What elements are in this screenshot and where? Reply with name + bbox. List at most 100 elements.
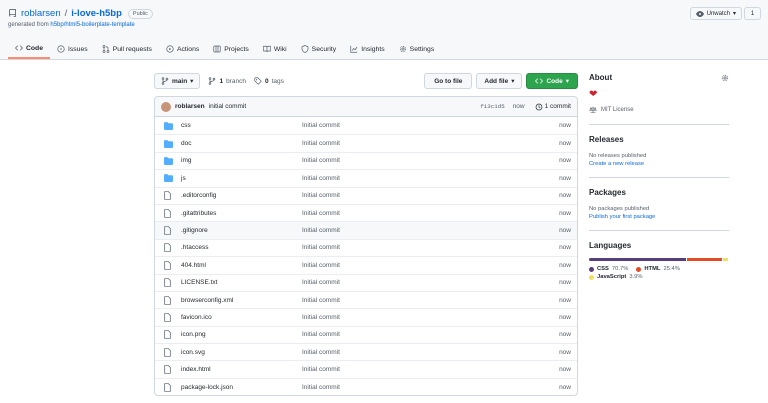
file-name-link[interactable]: icon.svg (178, 349, 302, 356)
file-row[interactable]: index.html Initial commit now (155, 360, 577, 377)
file-name-link[interactable]: 404.html (178, 262, 302, 269)
code-button[interactable]: Code ▾ (526, 73, 578, 89)
unwatch-button[interactable]: Unwatch ▾ (689, 7, 742, 20)
code-panel: main ▾ 1 branch 0 tags Go to file Add fi… (154, 73, 578, 397)
file-name-link[interactable]: .htaccess (178, 244, 302, 251)
file-row[interactable]: favicon.ico Initial commit now (155, 308, 577, 325)
file-commit-message[interactable]: Initial commit (302, 384, 559, 391)
file-row[interactable]: browserconfig.xml Initial commit now (155, 290, 577, 308)
file-name-link[interactable]: package-lock.json (178, 384, 302, 391)
file-row[interactable]: LICENSE.txt Initial commit now (155, 273, 577, 291)
file-row[interactable]: .gitignore Initial commit now (155, 221, 577, 239)
file-row[interactable]: js Initial commit now (155, 169, 577, 186)
tab-code[interactable]: Code (8, 39, 50, 59)
releases-section: Releases No releases published Create a … (589, 135, 729, 178)
commit-history-link[interactable]: 1 commit (535, 103, 571, 111)
file-commit-message[interactable]: Initial commit (302, 297, 559, 304)
graph-icon (350, 45, 358, 53)
file-name-link[interactable]: browserconfig.xml (178, 297, 302, 304)
file-commit-message[interactable]: Initial commit (302, 331, 559, 338)
file-name-link[interactable]: doc (178, 140, 302, 147)
file-name-link[interactable]: index.html (178, 366, 302, 373)
file-commit-message[interactable]: Initial commit (302, 192, 559, 199)
watch-count[interactable]: 1 (744, 7, 761, 20)
add-file-button[interactable]: Add file ▾ (476, 73, 523, 89)
heart-icon: ❤ (589, 89, 598, 100)
branches-link[interactable]: 1 branch (208, 77, 246, 85)
file-commit-message[interactable]: Initial commit (302, 175, 559, 182)
chevron-down-icon: ▾ (732, 11, 736, 17)
file-row[interactable]: icon.png Initial commit now (155, 325, 577, 343)
publish-package-link[interactable]: Publish your first package (589, 213, 729, 221)
tab-wiki[interactable]: Wiki (256, 39, 294, 59)
file-name-link[interactable]: LICENSE.txt (178, 279, 302, 286)
commit-author[interactable]: roblarsen (175, 103, 205, 110)
file-row[interactable]: 404.html Initial commit now (155, 256, 577, 273)
file-icon (164, 226, 178, 235)
file-commit-message[interactable]: Initial commit (302, 227, 559, 234)
tab-insights[interactable]: Insights (343, 39, 391, 59)
tab-projects[interactable]: Projects (206, 39, 256, 59)
tags-link[interactable]: 0 tags (254, 77, 284, 85)
unwatch-label: Unwatch (706, 10, 730, 17)
file-name-link[interactable]: icon.png (178, 331, 302, 338)
releases-title[interactable]: Releases (589, 135, 729, 144)
file-commit-time: now (559, 244, 571, 252)
file-commit-message[interactable]: Initial commit (302, 366, 559, 373)
file-name-link[interactable]: js (178, 175, 302, 182)
avatar[interactable] (161, 101, 171, 112)
packages-title[interactable]: Packages (589, 188, 729, 197)
file-name-link[interactable]: css (178, 122, 302, 129)
file-commit-message[interactable]: Initial commit (302, 262, 559, 269)
tab-label: Insights (361, 45, 385, 53)
file-commit-time: now (559, 140, 571, 148)
license-link[interactable]: MIT License (589, 106, 729, 114)
file-row[interactable]: icon.svg Initial commit now (155, 343, 577, 360)
create-release-link[interactable]: Create a new release (589, 160, 729, 168)
file-commit-message[interactable]: Initial commit (302, 140, 559, 147)
tab-actions[interactable]: Actions (159, 39, 206, 59)
file-name-link[interactable]: .editorconfig (178, 192, 302, 199)
go-to-file-button[interactable]: Go to file (424, 73, 473, 89)
file-row[interactable]: css Initial commit now (155, 117, 577, 134)
tab-security[interactable]: Security (294, 39, 344, 59)
branch-select-button[interactable]: main ▾ (154, 73, 201, 89)
file-commit-message[interactable]: Initial commit (302, 122, 559, 129)
tab-issues[interactable]: Issues (50, 39, 95, 59)
file-row[interactable]: package-lock.json Initial commit now (155, 377, 577, 395)
file-row[interactable]: .htaccess Initial commit now (155, 238, 577, 256)
file-commit-message[interactable]: Initial commit (302, 279, 559, 286)
file-commit-message[interactable]: Initial commit (302, 314, 559, 321)
file-row[interactable]: img Initial commit now (155, 151, 577, 169)
file-commit-message[interactable]: Initial commit (302, 349, 559, 356)
law-icon (589, 106, 597, 114)
file-commit-message[interactable]: Initial commit (302, 244, 559, 251)
language-name: JavaScript (597, 274, 627, 280)
language-name: HTML (644, 266, 661, 272)
file-commit-message[interactable]: Initial commit (302, 157, 559, 164)
file-commit-message[interactable]: Initial commit (302, 210, 559, 217)
tab-settings[interactable]: Settings (392, 39, 442, 59)
tab-pull-requests[interactable]: Pull requests (95, 39, 159, 59)
language-item[interactable]: JavaScript 3.9% (589, 274, 643, 280)
repo-owner-link[interactable]: roblarsen (21, 8, 61, 19)
gear-icon[interactable] (721, 74, 729, 82)
file-name-link[interactable]: .gitignore (178, 227, 302, 234)
file-row[interactable]: doc Initial commit now (155, 134, 577, 151)
gear-icon (399, 45, 406, 53)
repo-name-link[interactable]: i-love-h5bp (71, 8, 122, 19)
file-name-link[interactable]: favicon.ico (178, 314, 302, 321)
language-item[interactable]: HTML 25.4% (636, 266, 680, 272)
commit-sha[interactable]: f13c1d5 (480, 103, 504, 110)
file-name-link[interactable]: img (178, 157, 302, 164)
file-commit-time: now (559, 209, 571, 217)
file-commit-time: now (559, 192, 571, 200)
language-item[interactable]: CSS 70.7% (589, 266, 628, 272)
language-color-dot (589, 266, 594, 272)
template-link[interactable]: h5bp/html5-boilerplate-template (50, 22, 134, 28)
file-name-link[interactable]: .gitattributes (178, 210, 302, 217)
file-row[interactable]: .editorconfig Initial commit now (155, 186, 577, 204)
commit-message[interactable]: initial commit (209, 103, 247, 110)
play-icon (166, 45, 174, 53)
file-row[interactable]: .gitattributes Initial commit now (155, 203, 577, 221)
